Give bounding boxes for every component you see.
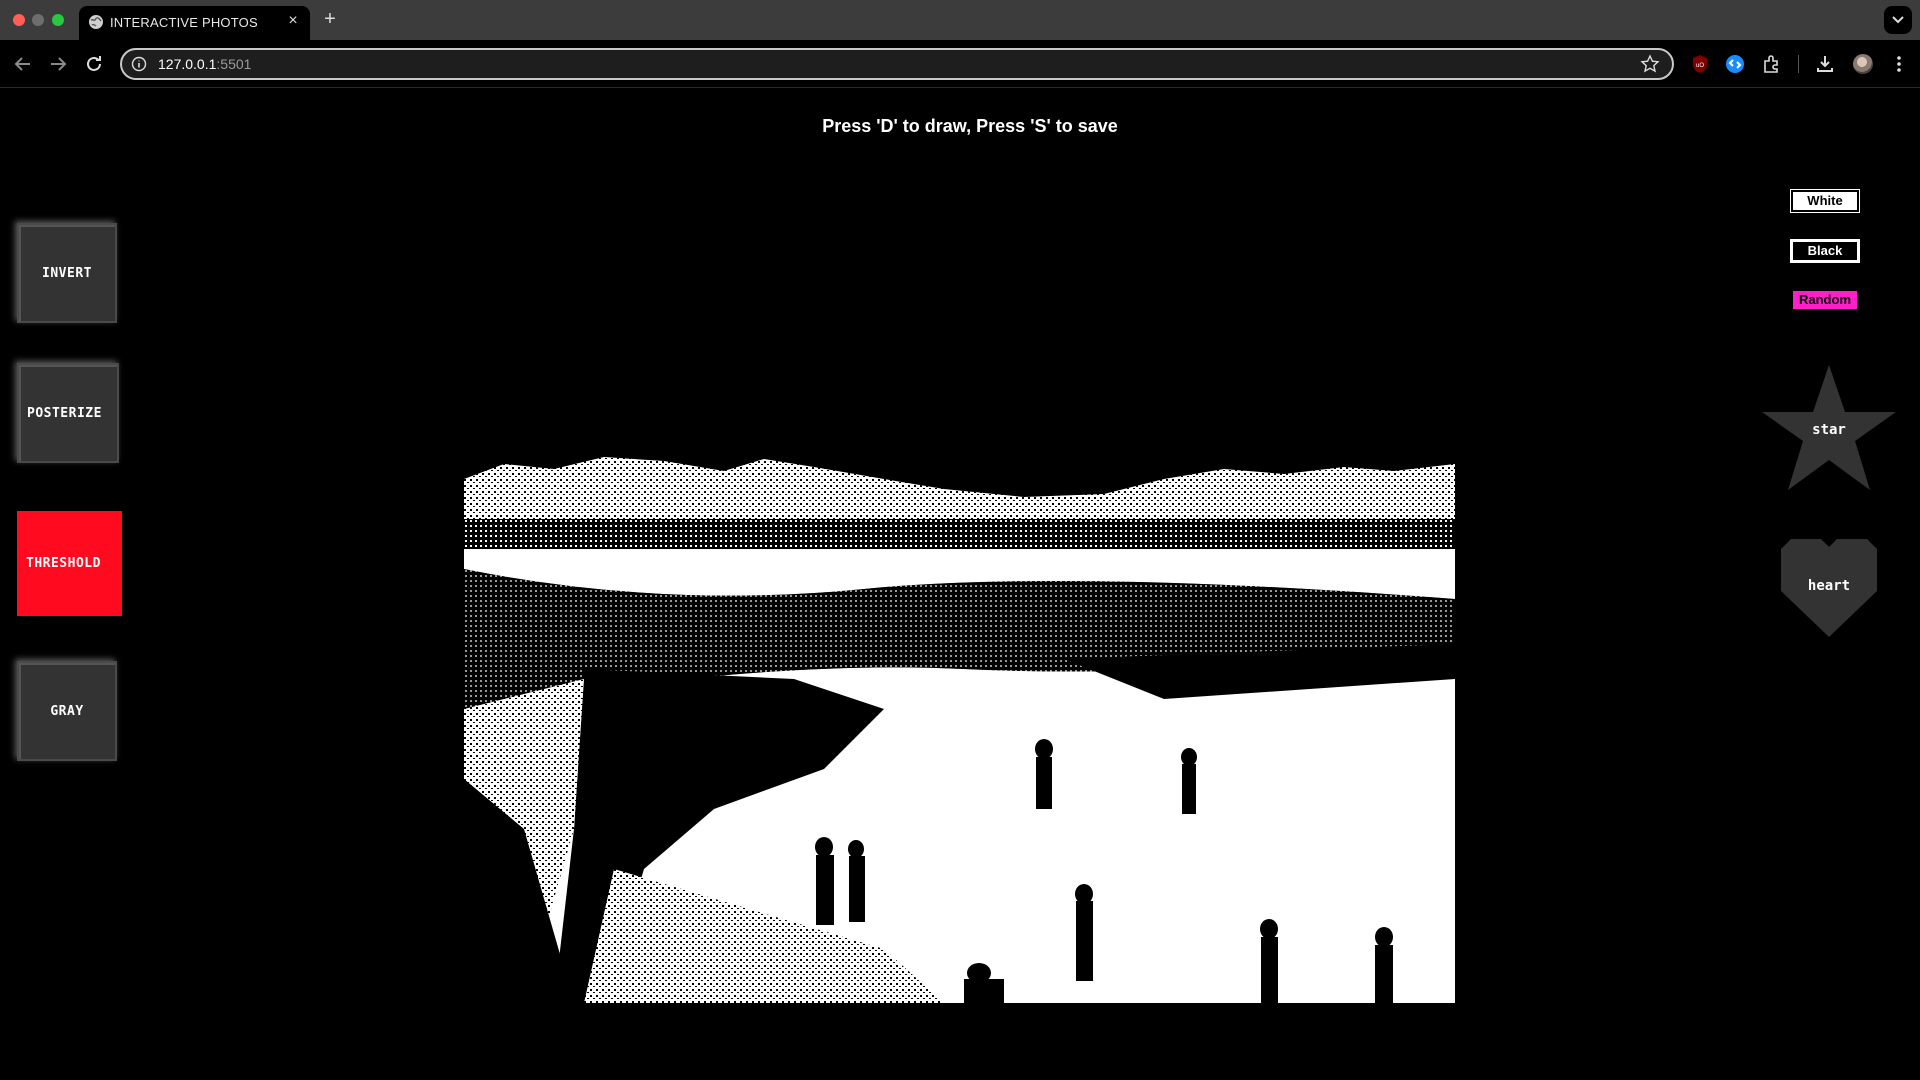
download-icon[interactable]: [1814, 53, 1836, 75]
address-bar[interactable]: 127.0.0.1:5501: [120, 48, 1674, 80]
window-close-button[interactable]: [13, 14, 25, 26]
extensions-icon[interactable]: [1761, 53, 1783, 75]
new-tab-button[interactable]: +: [318, 8, 342, 32]
heart-label: heart: [1807, 578, 1851, 594]
invert-button[interactable]: INVERT: [17, 223, 117, 323]
globe-icon: [89, 15, 103, 29]
heart-shape-button[interactable]: heart: [1781, 539, 1877, 637]
random-color-button[interactable]: Random: [1793, 291, 1857, 309]
bookmark-star-icon[interactable]: [1640, 54, 1660, 74]
ublock-icon[interactable]: uO: [1689, 53, 1711, 75]
thresholded-photo[interactable]: [464, 449, 1455, 1003]
url-text[interactable]: 127.0.0.1:5501: [158, 56, 251, 72]
instructions-text: Press 'D' to draw, Press 'S' to save: [822, 116, 1118, 136]
tab-close-icon[interactable]: ×: [284, 12, 302, 30]
browser-tab-bar: INTERACTIVE PHOTOS × +: [0, 0, 1920, 40]
shazam-icon[interactable]: [1724, 53, 1746, 75]
white-color-button[interactable]: White: [1790, 189, 1860, 213]
profile-avatar[interactable]: [1853, 54, 1873, 74]
window-zoom-button[interactable]: [52, 14, 64, 26]
posterize-button[interactable]: POSTERIZE: [17, 363, 119, 463]
star-shape-button[interactable]: star: [1762, 365, 1896, 493]
back-arrow-icon[interactable]: [11, 52, 35, 76]
site-info-icon[interactable]: [131, 56, 147, 72]
toolbar-separator: [1798, 55, 1799, 73]
tab-title: INTERACTIVE PHOTOS: [110, 15, 258, 30]
window-minimize-button[interactable]: [32, 14, 44, 26]
browser-tab[interactable]: INTERACTIVE PHOTOS ×: [79, 6, 310, 40]
more-menu-icon[interactable]: [1888, 53, 1910, 75]
photo-canvas: [464, 449, 1455, 1003]
star-label: star: [1812, 422, 1846, 438]
reload-icon[interactable]: [82, 52, 106, 76]
gray-button[interactable]: GRAY: [17, 661, 117, 761]
threshold-button[interactable]: THRESHOLD: [17, 511, 122, 616]
svg-text:uO: uO: [1696, 63, 1704, 69]
browser-toolbar: 127.0.0.1:5501 uO: [0, 40, 1920, 88]
forward-arrow-icon[interactable]: [46, 52, 70, 76]
chevron-down-icon: [1892, 16, 1904, 24]
page-canvas[interactable]: Press 'D' to draw, Press 'S' to save INV…: [0, 89, 1920, 1080]
black-color-button[interactable]: Black: [1790, 239, 1860, 263]
tab-search-button[interactable]: [1884, 6, 1912, 34]
